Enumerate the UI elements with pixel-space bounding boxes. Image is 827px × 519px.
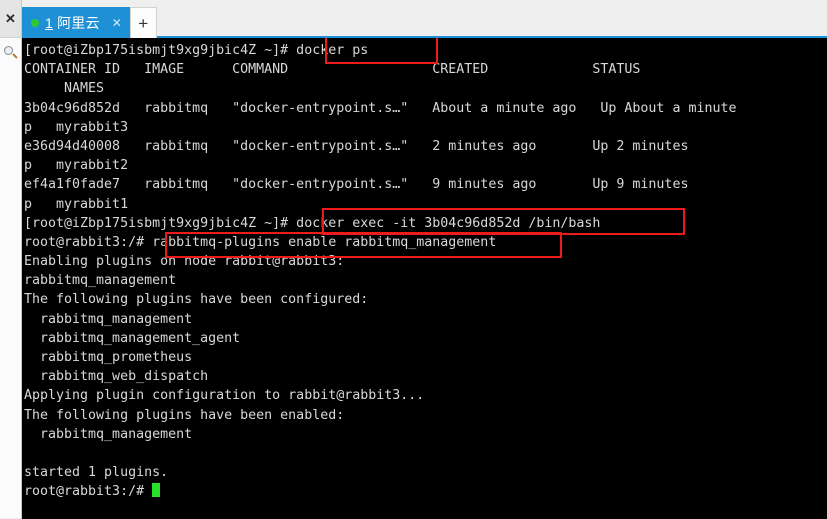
close-icon[interactable]: ✕ [5,12,16,25]
left-sidebar-body [0,38,21,518]
terminal-line: Enabling plugins on node rabbit@rabbit3: [24,254,345,270]
terminal-line: [root@iZbp175isbmjt9xg9jbic4Z ~]# docker… [24,215,601,231]
tab-number: 1 [45,14,53,31]
terminal-line: p myrabbit2 [24,158,129,174]
terminal-line: Applying plugin configuration to rabbit@… [24,388,425,404]
terminal-line: p myrabbit3 [24,119,129,135]
tab-label: 阿里云 [57,14,100,31]
terminal-line: CONTAINER ID IMAGE COMMAND CREATED STATU… [24,62,641,78]
terminal-line: The following plugins have been enabled: [24,407,345,423]
terminal-line: 3b04c96d852d rabbitmq "docker-entrypoint… [24,100,737,116]
search-icon-handle [11,53,18,59]
connection-status-dot [31,18,39,27]
terminal-text: [root@iZbp175isbmjt9xg9jbic4Z ~]# docker… [22,38,736,502]
terminal-cursor [152,483,161,498]
left-sidebar: ✕ [0,0,22,519]
terminal-line: started 1 plugins. [24,465,169,481]
terminal-line: rabbitmq_prometheus [24,350,193,365]
terminal-line: rabbitmq_management [24,426,193,442]
tab-aliyun-1[interactable]: 1 阿里云 ✕ [22,7,130,38]
terminal-line: e36d94d40008 rabbitmq "docker-entrypoint… [24,138,689,154]
terminal-line: root@rabbit3:/# rabbitmq-plugins enable … [24,234,497,250]
new-tab-button[interactable]: + [129,7,157,38]
terminal-line: rabbitmq_management [24,311,193,327]
tab-bar-filler [156,7,827,38]
terminal-line: rabbitmq_management [24,273,177,289]
tab-bar-inner: 1 阿里云 ✕ + [22,7,827,38]
terminal-prompt: root@rabbit3:/# [24,484,153,500]
terminal-line: p myrabbit1 [24,196,129,212]
left-sidebar-header: ✕ [0,0,21,38]
terminal-line: rabbitmq_web_dispatch [24,369,209,385]
terminal-line: The following plugins have been configur… [24,292,369,308]
terminal-line: NAMES [24,81,105,97]
terminal-line: rabbitmq_management_agent [24,330,241,346]
search-icon-lens [3,46,13,55]
terminal-output-pane[interactable]: [root@iZbp175isbmjt9xg9jbic4Z ~]# docker… [22,38,827,519]
tab-close-icon[interactable]: ✕ [112,17,122,29]
tab-title: 1 阿里云 [45,13,100,33]
terminal-prompt-line: root@rabbit3:/# [24,482,736,501]
search-icon[interactable] [2,44,20,62]
terminal-line: [root@iZbp175isbmjt9xg9jbic4Z ~]# docker… [24,43,369,58]
terminal-window: ✕ 1 阿里云 ✕ + [root@iZbp175isbmjt9xg9jbic4… [0,0,827,519]
terminal-line: ef4a1f0fade7 rabbitmq "docker-entrypoint… [24,177,689,193]
tab-bar: 1 阿里云 ✕ + [22,0,827,38]
